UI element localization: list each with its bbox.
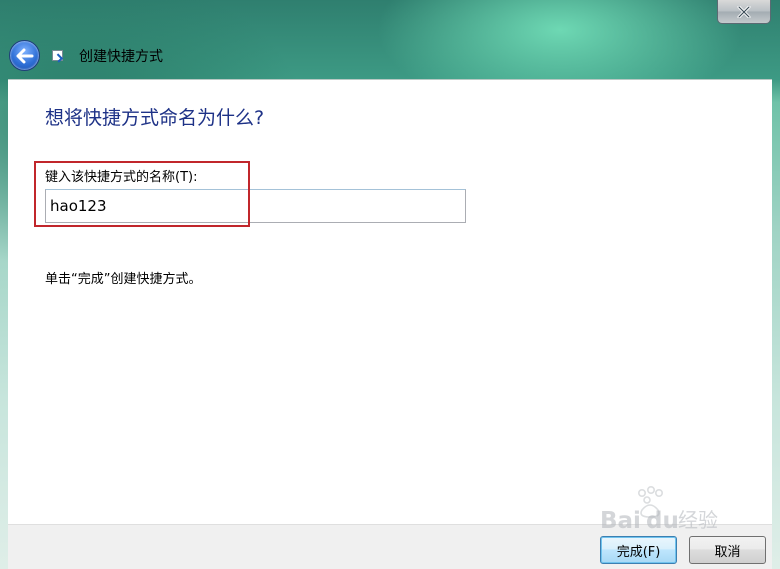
window-title: 创建快捷方式 xyxy=(79,49,163,65)
shortcut-name-input[interactable] xyxy=(45,189,466,223)
finish-instruction: 单击“完成”创建快捷方式。 xyxy=(45,272,202,287)
finish-button[interactable]: 完成(F) xyxy=(600,536,677,564)
button-bar: 完成(F) 取消 xyxy=(8,524,772,569)
close-button[interactable] xyxy=(717,0,771,24)
back-arrow-icon xyxy=(16,48,33,63)
shortcut-name-label: 键入该快捷方式的名称(T): xyxy=(45,170,198,185)
page-heading: 想将快捷方式命名为什么? xyxy=(45,107,265,129)
back-button[interactable] xyxy=(9,40,40,71)
content-panel: 想将快捷方式命名为什么? 键入该快捷方式的名称(T): 单击“完成”创建快捷方式… xyxy=(8,79,772,525)
wizard-window: 创建快捷方式 想将快捷方式命名为什么? 键入该快捷方式的名称(T): 单击“完成… xyxy=(0,0,780,569)
close-icon xyxy=(737,5,751,18)
cancel-button[interactable]: 取消 xyxy=(689,536,766,564)
shortcut-icon xyxy=(52,50,63,61)
